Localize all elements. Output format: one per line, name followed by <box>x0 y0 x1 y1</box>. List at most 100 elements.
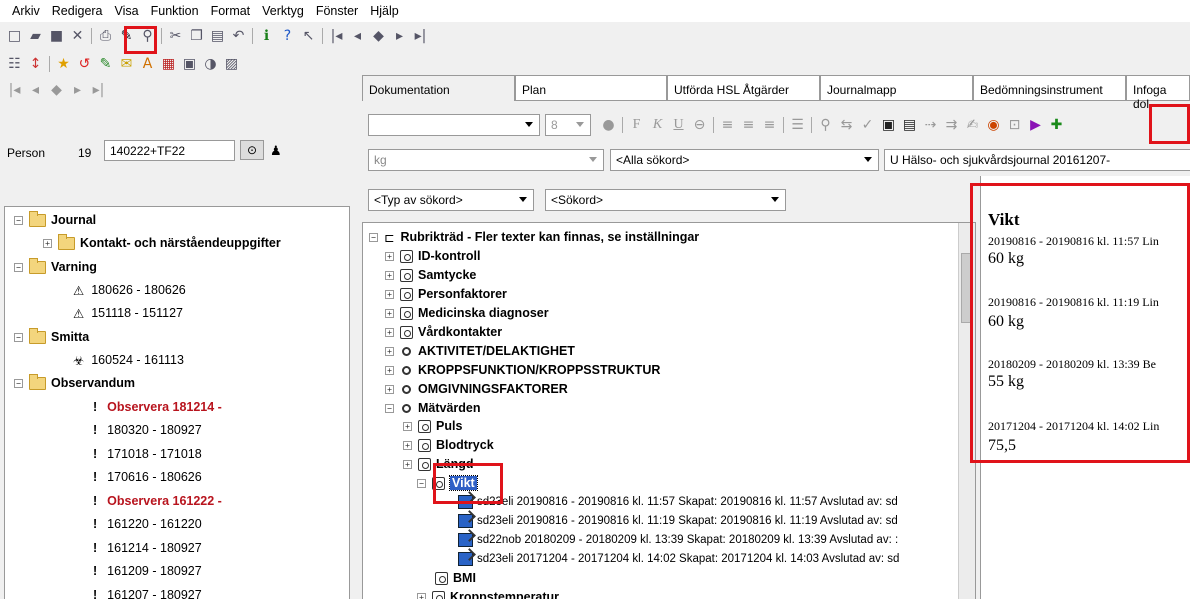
collapse-tree-icon[interactable]: ☷ <box>4 53 25 75</box>
tab-infoga[interactable]: Infoga dol <box>1126 75 1190 111</box>
expand-icon[interactable]: + <box>385 251 394 261</box>
menu-arkiv[interactable]: Arkiv <box>6 0 46 22</box>
signature-icon[interactable]: A <box>137 53 158 75</box>
chart-icon[interactable]: ◑ <box>200 53 221 75</box>
mail-icon[interactable]: ✉ <box>116 53 137 75</box>
menu-visa[interactable]: Visa <box>109 0 145 22</box>
tree-node-entry[interactable]: sd23eli 20171204 - 20171204 kl. 14:02 Sk… <box>458 550 899 568</box>
menu-hjalp[interactable]: Hjälp <box>364 0 405 22</box>
last-record-icon[interactable]: ▸| <box>410 25 431 47</box>
delete-icon[interactable]: ✕ <box>67 25 88 47</box>
paste-icon[interactable]: ▤ <box>207 25 228 47</box>
menu-format[interactable]: Format <box>205 0 257 22</box>
journal-select[interactable]: U Hälso- och sjukvårdsjournal 20161207- <box>884 149 1190 171</box>
align-center-icon[interactable]: ≡ <box>738 114 759 136</box>
tree-node-id-kontroll[interactable]: + ID-kontroll <box>385 247 481 265</box>
tree-node-infection[interactable]: − Smitta <box>14 327 89 346</box>
properties-icon[interactable]: ▤ <box>899 114 920 136</box>
sort-icon[interactable]: ↕ <box>25 53 46 75</box>
attach-icon[interactable]: ⊡ <box>1004 114 1025 136</box>
all-keywords-select[interactable]: <Alla sökord> <box>610 149 879 171</box>
tree-node-medicinska-diagnoser[interactable]: + Medicinska diagnoser <box>385 304 549 322</box>
note-icon[interactable]: ✎ <box>95 53 116 75</box>
tree-node-warning[interactable]: − Varning <box>14 257 97 276</box>
tab-plan[interactable]: Plan <box>515 75 667 101</box>
keyword-type-select[interactable]: <Typ av sökord> <box>368 189 534 211</box>
first-record-icon[interactable]: |◂ <box>326 25 347 47</box>
statistics-icon[interactable]: ▨ <box>221 53 242 75</box>
tree-scrollbar[interactable] <box>958 223 975 599</box>
grid-icon[interactable]: ▣ <box>179 53 200 75</box>
collapse-icon[interactable]: − <box>14 262 23 272</box>
search-person-button[interactable]: ⊙ <box>240 140 264 160</box>
tree-node-observandum-item[interactable]: ! Observera 161222 - <box>93 492 222 510</box>
tree-node-kroppsfunktion[interactable]: + KROPPSFUNKTION/KROPPSSTRUKTUR <box>385 361 660 379</box>
bullet-list-icon[interactable]: ☰ <box>787 114 808 136</box>
search-text-select[interactable]: kg <box>368 149 604 171</box>
next-icon[interactable]: ▸ <box>67 79 88 101</box>
tree-node-bmi[interactable]: BMI <box>435 569 476 587</box>
tree-node-langd[interactable]: + Längd <box>403 455 474 473</box>
keyword-select[interactable]: <Sökord> <box>545 189 786 211</box>
expand-icon[interactable]: + <box>385 289 394 299</box>
tree-node-observandum-item[interactable]: ! 161209 - 180927 <box>93 562 202 580</box>
expand-icon[interactable]: + <box>385 308 394 318</box>
tree-node-observandum-item[interactable]: ! 171018 - 171018 <box>93 445 202 463</box>
expand-icon[interactable]: + <box>403 421 412 431</box>
help-icon[interactable]: ? <box>277 25 298 47</box>
font-select[interactable] <box>368 114 540 136</box>
previous-record-icon[interactable]: ◂ <box>347 25 368 47</box>
tree-node-vikt[interactable]: − Vikt <box>417 474 478 492</box>
scrollbar-thumb[interactable] <box>961 253 973 323</box>
print-preview-icon[interactable]: ✎ <box>116 25 137 47</box>
tab-journalmapp[interactable]: Journalmapp <box>820 75 973 101</box>
tree-node-entry[interactable]: sd23eli 20190816 - 20190816 kl. 11:19 Sk… <box>458 512 898 530</box>
spellcheck-icon[interactable]: ✓ <box>857 114 878 136</box>
save-icon[interactable]: ■ <box>46 25 67 47</box>
italic-icon[interactable]: K <box>647 114 668 136</box>
expand-icon[interactable]: + <box>417 592 426 599</box>
cut-icon[interactable]: ✂ <box>165 25 186 47</box>
collapse-icon[interactable]: − <box>14 378 23 388</box>
calendar-icon[interactable]: ▦ <box>158 53 179 75</box>
copy-icon[interactable]: ❐ <box>186 25 207 47</box>
tree-node-entry[interactable]: sd23eli 20190816 - 20190816 kl. 11:57 Sk… <box>458 493 898 511</box>
replace-icon[interactable]: ⇆ <box>836 114 857 136</box>
bold-icon[interactable]: F <box>626 114 647 136</box>
align-left-icon[interactable]: ≡ <box>717 114 738 136</box>
tree-node-blodtryck[interactable]: + Blodtryck <box>403 436 494 454</box>
tree-node-contact[interactable]: + Kontakt- och närståendeuppgifter <box>43 233 281 252</box>
traffic-light-icon[interactable]: ◉ <box>983 114 1004 136</box>
tree-node-infection-item[interactable]: ☣ 160524 - 161113 <box>73 351 184 369</box>
menu-verktyg[interactable]: Verktyg <box>256 0 310 22</box>
tree-node-observandum[interactable]: − Observandum <box>14 373 135 392</box>
collapse-icon[interactable]: − <box>369 232 378 242</box>
info-icon[interactable]: ℹ <box>256 25 277 47</box>
link-icon[interactable]: ⇢ <box>920 114 941 136</box>
person-id-field[interactable] <box>104 140 235 161</box>
expand-icon[interactable]: + <box>385 384 394 394</box>
font-size-select[interactable]: 8 <box>545 114 591 136</box>
template-icon[interactable]: ▣ <box>878 114 899 136</box>
tree-node-observandum-item[interactable]: ! 170616 - 180626 <box>93 468 202 486</box>
find-icon[interactable]: ⚲ <box>137 25 158 47</box>
tree-node-observandum-item[interactable]: ! 161220 - 161220 <box>93 515 202 533</box>
tree-node-observandum-item[interactable]: ! 161214 - 180927 <box>93 539 202 557</box>
context-help-icon[interactable]: ↖ <box>298 25 319 47</box>
tab-bedomningsinstrument[interactable]: Bedömningsinstrument <box>973 75 1126 101</box>
first-icon[interactable]: |◂ <box>4 79 25 101</box>
collapse-icon[interactable]: − <box>385 403 394 413</box>
tree-node-omgivningsfaktorer[interactable]: + OMGIVNINGSFAKTORER <box>385 380 568 398</box>
collapse-icon[interactable]: − <box>14 332 23 342</box>
merge-icon[interactable]: ⇉ <box>941 114 962 136</box>
tree-node-rubric-root[interactable]: − ⊏ Rubrikträd - Fler texter kan finnas, s… <box>369 228 699 246</box>
tab-utforda-hsl[interactable]: Utförda HSL Åtgärder <box>667 75 820 101</box>
tree-node-samtycke[interactable]: + Samtycke <box>385 266 476 284</box>
favorite-icon[interactable]: ★ <box>53 53 74 75</box>
search-text-icon[interactable]: ⚲ <box>815 114 836 136</box>
expand-icon[interactable]: + <box>403 459 412 469</box>
menu-fonster[interactable]: Fönster <box>310 0 364 22</box>
previous-icon[interactable]: ◂ <box>25 79 46 101</box>
underline-icon[interactable]: U <box>668 114 689 136</box>
expand-icon[interactable]: + <box>385 365 394 375</box>
